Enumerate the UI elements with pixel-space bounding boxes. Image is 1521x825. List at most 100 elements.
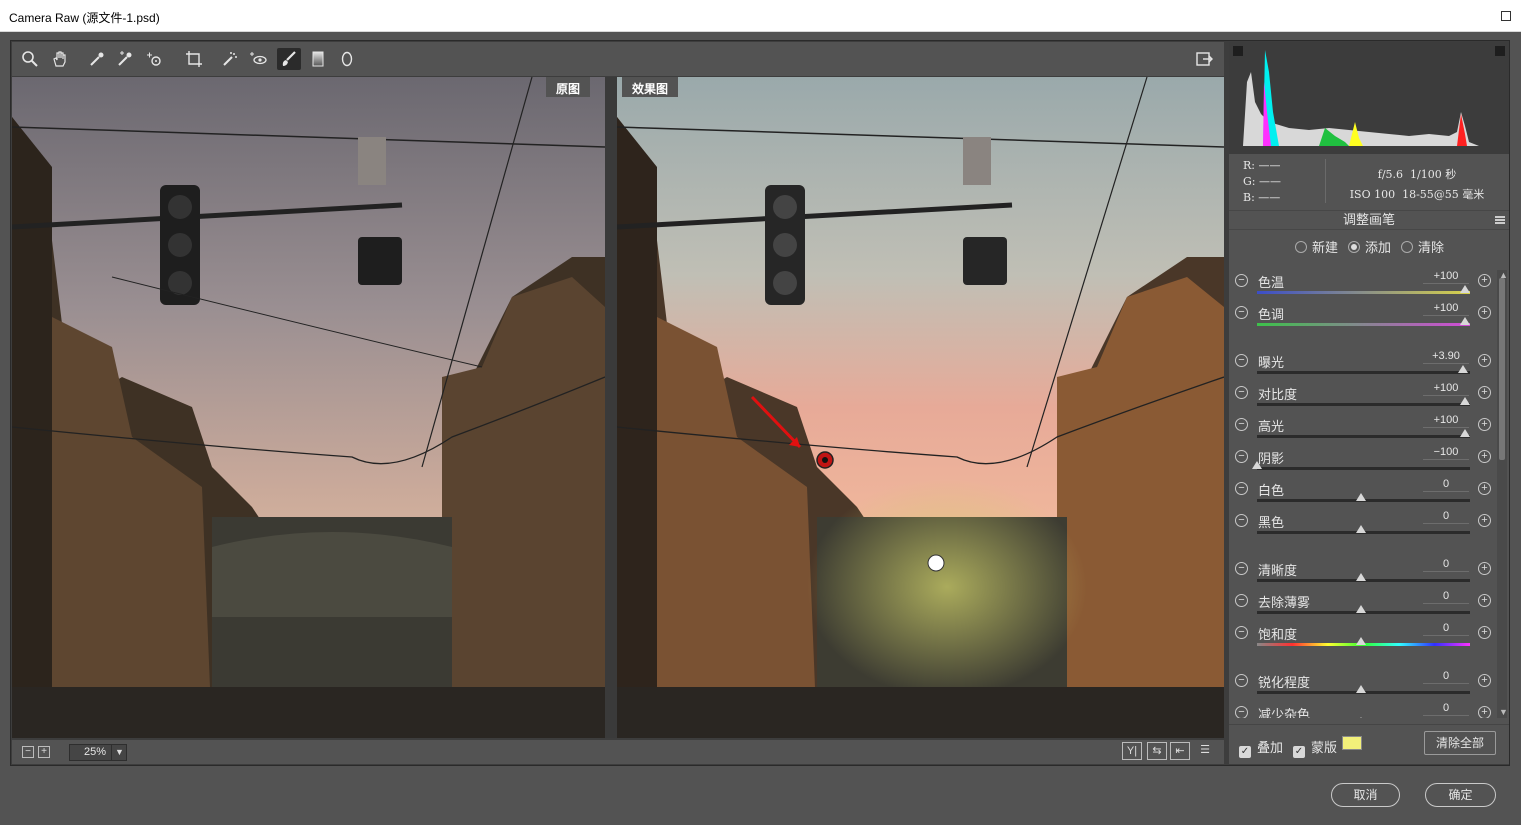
spot-removal-icon[interactable] xyxy=(218,48,242,70)
slider-value-field[interactable]: +100 xyxy=(1423,414,1469,428)
chevron-down-icon[interactable]: ▼ xyxy=(111,744,127,761)
slider-track[interactable] xyxy=(1257,291,1470,294)
minus-icon[interactable]: − xyxy=(1235,450,1248,463)
panel-scrollbar-thumb[interactable] xyxy=(1499,278,1505,460)
slider-thumb[interactable] xyxy=(1460,317,1470,325)
maximize-button[interactable] xyxy=(1501,11,1511,21)
slider-value-field[interactable]: 0 xyxy=(1423,478,1469,492)
minus-icon[interactable]: − xyxy=(1235,306,1248,319)
slider-thumb[interactable] xyxy=(1356,685,1366,693)
mask-color-swatch[interactable] xyxy=(1342,736,1362,750)
zoom-in-button[interactable]: + xyxy=(38,746,50,758)
toggle-settings-icon[interactable]: ☰ xyxy=(1195,742,1215,760)
before-after-view-icon[interactable]: Y| xyxy=(1122,742,1142,760)
overlay-checkbox[interactable]: ✓ 叠加 xyxy=(1239,737,1283,758)
slider-value-field[interactable]: 0 xyxy=(1423,590,1469,604)
open-preferences-icon[interactable] xyxy=(1192,48,1216,70)
plus-icon[interactable]: + xyxy=(1478,674,1491,687)
color-sampler-icon[interactable] xyxy=(113,48,137,70)
plus-icon[interactable]: + xyxy=(1478,274,1491,287)
slider-value-field[interactable]: +100 xyxy=(1423,302,1469,316)
crop-tool-icon[interactable] xyxy=(182,48,206,70)
slider-thumb[interactable] xyxy=(1356,637,1366,645)
mode-add[interactable]: 添加 xyxy=(1348,237,1391,256)
window-titlebar: Camera Raw (源文件-1.psd) xyxy=(0,0,1521,32)
checkbox-checked-icon: ✓ xyxy=(1239,746,1251,758)
plus-icon[interactable]: + xyxy=(1478,306,1491,319)
minus-icon[interactable]: − xyxy=(1235,594,1248,607)
slider-track[interactable] xyxy=(1257,323,1470,326)
minus-icon[interactable]: − xyxy=(1235,274,1248,287)
slider-value-field[interactable]: 0 xyxy=(1423,702,1469,716)
slider-value-field[interactable]: 0 xyxy=(1423,622,1469,636)
minus-icon[interactable]: − xyxy=(1235,562,1248,575)
graduated-filter-icon[interactable] xyxy=(306,48,330,70)
slider-value-field[interactable]: −100 xyxy=(1423,446,1469,460)
radial-filter-icon[interactable] xyxy=(335,48,359,70)
swap-before-after-icon[interactable]: ⇆ xyxy=(1147,742,1167,760)
minus-icon[interactable]: − xyxy=(1235,514,1248,527)
slider-thumb[interactable] xyxy=(1457,365,1468,373)
slider-value-field[interactable]: +100 xyxy=(1423,382,1469,396)
plus-icon[interactable]: + xyxy=(1478,354,1491,367)
adjustment-brush-icon[interactable] xyxy=(277,48,301,70)
plus-icon[interactable]: + xyxy=(1478,418,1491,431)
mode-new[interactable]: 新建 xyxy=(1295,237,1338,256)
preview-area[interactable]: 原图 效果图 xyxy=(12,77,1224,738)
hand-tool-icon[interactable] xyxy=(48,48,72,70)
minus-icon[interactable]: − xyxy=(1235,418,1248,431)
slider-track[interactable] xyxy=(1257,435,1470,438)
slider-value-field[interactable]: 0 xyxy=(1423,558,1469,572)
minus-icon[interactable]: − xyxy=(1235,626,1248,639)
radio-selected-icon xyxy=(1348,241,1360,253)
slider-thumb[interactable] xyxy=(1252,461,1262,469)
slider-thumb[interactable] xyxy=(1460,429,1470,437)
panel-menu-icon[interactable] xyxy=(1495,216,1505,224)
slider-thumb[interactable] xyxy=(1356,493,1366,501)
after-label: 效果图 xyxy=(622,77,679,97)
slider-thumb[interactable] xyxy=(1460,285,1470,293)
mode-erase[interactable]: 清除 xyxy=(1401,237,1444,256)
zoom-out-button[interactable]: − xyxy=(22,746,34,758)
minus-icon[interactable]: − xyxy=(1235,354,1248,367)
minus-icon[interactable]: − xyxy=(1235,674,1248,687)
slider-track[interactable] xyxy=(1257,403,1470,406)
slider-value-field[interactable]: 0 xyxy=(1423,670,1469,684)
panel-title: 调整画笔 xyxy=(1229,210,1509,230)
scroll-down-icon[interactable]: ▼ xyxy=(1499,707,1508,717)
copy-settings-icon[interactable]: ⇤ xyxy=(1170,742,1190,760)
white-balance-icon[interactable] xyxy=(85,48,109,70)
plus-icon[interactable]: + xyxy=(1478,594,1491,607)
red-eye-icon[interactable] xyxy=(246,48,270,70)
plus-icon[interactable]: + xyxy=(1478,386,1491,399)
ok-button[interactable]: 确定 xyxy=(1425,783,1496,807)
zoom-tool-icon[interactable] xyxy=(18,48,42,70)
slider-row: − 黑色 0 + xyxy=(1229,510,1497,542)
slider-thumb[interactable] xyxy=(1356,717,1366,718)
r-value: —— xyxy=(1258,159,1281,172)
slider-thumb[interactable] xyxy=(1356,573,1366,581)
slider-value-field[interactable]: 0 xyxy=(1423,510,1469,524)
plus-icon[interactable]: + xyxy=(1478,562,1491,575)
scroll-up-icon[interactable]: ▲ xyxy=(1499,270,1508,280)
slider-value-field[interactable]: +100 xyxy=(1423,270,1469,284)
plus-icon[interactable]: + xyxy=(1478,450,1491,463)
slider-track[interactable] xyxy=(1257,371,1470,374)
slider-label: 去除薄雾 xyxy=(1258,595,1311,610)
minus-icon[interactable]: − xyxy=(1235,386,1248,399)
slider-value-field[interactable]: +3.90 xyxy=(1423,350,1469,364)
slider-track[interactable] xyxy=(1257,467,1470,470)
slider-thumb[interactable] xyxy=(1356,605,1366,613)
minus-icon[interactable]: − xyxy=(1235,482,1248,495)
plus-icon[interactable]: + xyxy=(1478,514,1491,527)
cancel-button[interactable]: 取消 xyxy=(1331,783,1400,807)
plus-icon[interactable]: + xyxy=(1478,626,1491,639)
slider-thumb[interactable] xyxy=(1356,525,1366,533)
plus-icon[interactable]: + xyxy=(1478,706,1491,718)
targeted-adjustment-icon[interactable] xyxy=(142,48,166,70)
plus-icon[interactable]: + xyxy=(1478,482,1491,495)
mask-checkbox[interactable]: ✓ 蒙版 xyxy=(1293,737,1337,758)
slider-thumb[interactable] xyxy=(1460,397,1470,405)
clear-all-button[interactable]: 清除全部 xyxy=(1424,731,1496,755)
minus-icon[interactable]: − xyxy=(1235,706,1248,718)
